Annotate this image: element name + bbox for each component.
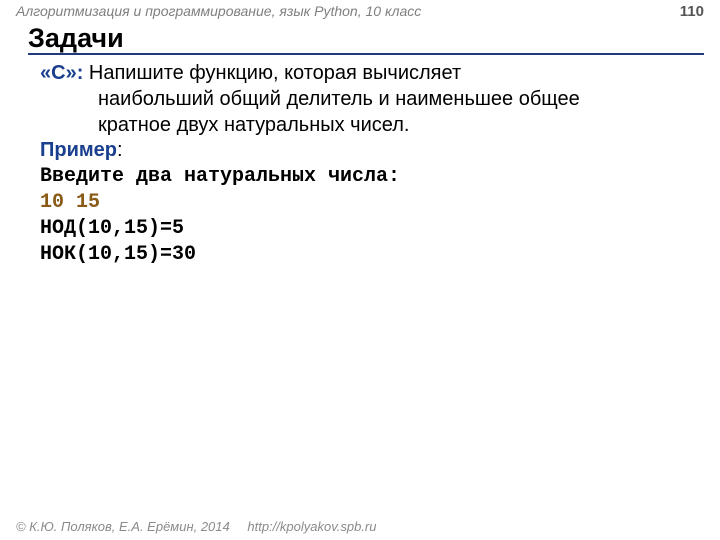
- task-line-1: «C»: Напишите функцию, которая вычисляет: [40, 61, 690, 87]
- slide-header: Алгоритмизация и программирование, язык …: [0, 0, 720, 22]
- example-input: 10 15: [40, 190, 690, 216]
- example-label: Пример: [40, 139, 117, 161]
- task-text-1: Напишите функцию, которая вычисляет: [89, 62, 461, 84]
- example-output-2: НОК(10,15)=30: [40, 242, 690, 268]
- task-level-label: «C»:: [40, 62, 89, 84]
- example-block: Пример:: [40, 138, 690, 164]
- task-text-2: наибольший общий делитель и наименьшее о…: [98, 87, 690, 113]
- example-prompt: Введите два натуральных числа:: [40, 164, 690, 190]
- example-colon: :: [117, 139, 123, 161]
- page-number: 110: [680, 3, 704, 20]
- course-title: Алгоритмизация и программирование, язык …: [16, 3, 421, 19]
- page-title: Задачи: [28, 24, 704, 55]
- slide-footer: © К.Ю. Поляков, Е.А. Ерёмин, 2014 http:/…: [16, 519, 376, 534]
- task-text-3: кратное двух натуральных чисел.: [98, 113, 690, 139]
- site-url: http://kpolyakov.spb.ru: [247, 519, 376, 534]
- example-output-1: НОД(10,15)=5: [40, 216, 690, 242]
- copyright: © К.Ю. Поляков, Е.А. Ерёмин, 2014: [16, 519, 230, 534]
- content-area: «C»: Напишите функцию, которая вычисляет…: [0, 55, 720, 267]
